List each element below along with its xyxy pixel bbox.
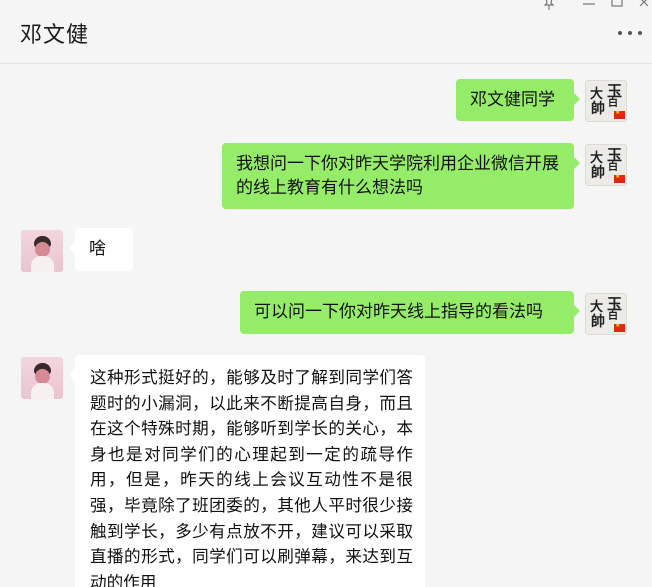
message-bubble-incoming[interactable]: 这种形式挺好的，能够及时了解到同学们答题时的小漏洞，以此来不断提高自身，而且在这… [69, 355, 425, 587]
avatar-char: 帥 [591, 314, 605, 330]
avatar-body [31, 383, 54, 399]
message-bubble-incoming[interactable]: 啥 [69, 228, 133, 271]
chat-title: 邓文健 [20, 23, 90, 48]
contact-avatar[interactable] [21, 357, 63, 399]
chat-header: 邓文健 [0, 0, 652, 64]
avatar-char: 玉 [607, 295, 623, 313]
avatar-char: 大 [590, 151, 604, 166]
message-text: 可以问一下你对昨天线上指导的看法吗 [254, 302, 543, 322]
my-avatar[interactable]: 玉 大 帥 白 [585, 80, 627, 122]
minimize-icon[interactable] [582, 0, 596, 14]
avatar-body [31, 256, 54, 272]
window-controls [492, 0, 652, 14]
avatar-face [35, 242, 50, 257]
pin-icon[interactable] [542, 0, 556, 14]
message-bubble-outgoing[interactable]: 可以问一下你对昨天线上指导的看法吗 [240, 291, 580, 334]
avatar-char: 帥 [591, 101, 605, 117]
avatar-char: 帥 [591, 165, 605, 181]
avatar-char: 白 [608, 162, 618, 173]
close-icon[interactable] [638, 0, 652, 14]
message-bubble-outgoing[interactable]: 我想问一下你对昨天学院利用企业微信开展的线上教育有什么想法吗 [222, 143, 580, 209]
message-text: 我想问一下你对昨天学院利用企业微信开展的线上教育有什么想法吗 [236, 154, 559, 198]
avatar-face [35, 369, 50, 384]
message-text: 啥 [89, 239, 106, 259]
message-text: 邓文健同学 [470, 90, 555, 110]
chat-window: 邓文健 邓文健同学 玉 大 帥 白 我想问一下你对昨 [0, 0, 652, 587]
china-flag-icon [614, 109, 625, 119]
maximize-icon[interactable] [610, 0, 624, 14]
message-text: 这种形式挺好的，能够及时了解到同学们答题时的小漏洞，以此来不断提高自身，而且在这… [90, 368, 413, 587]
avatar-char: 玉 [607, 146, 623, 164]
avatar-char: 玉 [607, 82, 623, 100]
avatar-char: 白 [608, 311, 618, 322]
contact-avatar[interactable] [21, 230, 63, 272]
avatar-char: 白 [608, 98, 618, 109]
my-avatar[interactable]: 玉 大 帥 白 [585, 293, 627, 335]
more-dots-icon[interactable] [618, 28, 642, 38]
avatar-char: 大 [590, 300, 604, 315]
message-bubble-outgoing[interactable]: 邓文健同学 [456, 79, 580, 121]
china-flag-icon [614, 173, 625, 183]
avatar-char: 大 [590, 87, 604, 102]
my-avatar[interactable]: 玉 大 帥 白 [585, 144, 627, 186]
china-flag-icon [614, 322, 625, 332]
